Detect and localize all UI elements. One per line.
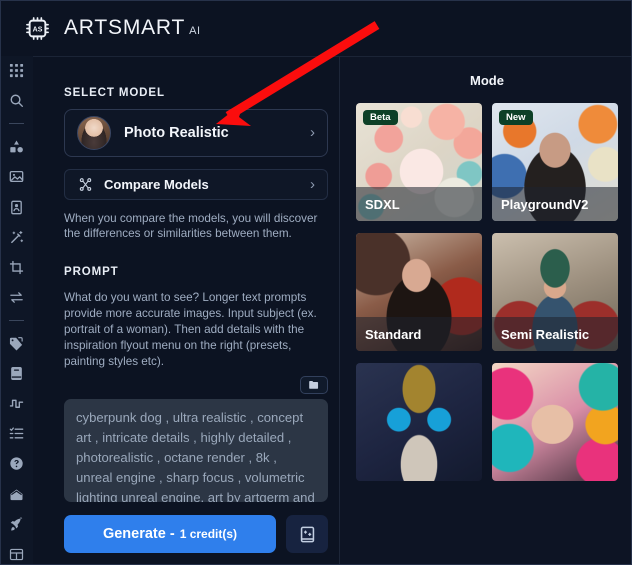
generate-button[interactable]: Generate - 1 credit(s)	[64, 515, 276, 554]
mode-card-sdxl[interactable]: Beta SDXL	[356, 103, 482, 221]
mode-thumbnail	[356, 363, 482, 481]
avatar	[77, 115, 111, 150]
generate-credits: 1 credit(s)	[179, 527, 238, 542]
app-header: AS ARTSMART AI	[0, 0, 632, 56]
help-circle-icon[interactable]	[6, 453, 28, 474]
rail-divider-2	[9, 319, 24, 321]
crop-icon[interactable]	[6, 257, 28, 278]
chip-as-icon: AS	[22, 13, 52, 43]
select-model-label: SELECT MODEL	[64, 87, 165, 99]
envelope-icon[interactable]	[6, 484, 28, 505]
mode-card-standard[interactable]: Standard	[356, 233, 482, 351]
mode-card-semi-realistic[interactable]: Semi Realistic	[492, 233, 618, 351]
selected-model-name: Photo Realistic	[124, 124, 229, 141]
folder-icon[interactable]	[300, 375, 328, 394]
status-badge: New	[499, 110, 533, 125]
table-grid-icon[interactable]	[6, 544, 28, 565]
mode-panel: Mode Beta SDXL New PlaygroundV2 Standard	[339, 56, 632, 565]
mode-card-label: Semi Realistic	[492, 317, 618, 351]
compare-help-text: When you compare the models, you will di…	[64, 211, 318, 241]
chevron-right-icon-compare[interactable]: ›	[310, 176, 315, 193]
mode-card-label: Standard	[356, 317, 482, 351]
search-icon[interactable]	[6, 90, 28, 111]
pulse-icon[interactable]	[6, 393, 28, 414]
mode-thumbnail	[492, 363, 618, 481]
swap-arrows-icon[interactable]	[6, 287, 28, 308]
artsmart-app: AS ARTSMART AI SELECT MODEL Photo Realis…	[0, 0, 632, 565]
generate-label: Generate -	[102, 526, 175, 543]
app-body: SELECT MODEL Photo Realistic › Compare M…	[0, 56, 632, 565]
mode-card-grid: Beta SDXL New PlaygroundV2 Standard Semi…	[356, 103, 618, 481]
mode-panel-title: Mode	[470, 73, 504, 88]
compare-nodes-icon	[77, 176, 94, 193]
mode-card-colorhair[interactable]	[492, 363, 618, 481]
rocket-icon[interactable]	[6, 514, 28, 535]
chevron-right-icon[interactable]: ›	[310, 124, 315, 141]
status-badge: Beta	[363, 110, 398, 125]
magic-wand-icon[interactable]	[6, 227, 28, 248]
prompt-label: PROMPT	[64, 265, 119, 278]
prompt-input[interactable]: cyberpunk dog , ultra realistic , concep…	[64, 398, 328, 503]
image-icon[interactable]	[6, 166, 28, 187]
magic-book-icon[interactable]	[286, 515, 328, 554]
list-check-icon[interactable]	[6, 423, 28, 444]
selected-model-card[interactable]: Photo Realistic ›	[64, 109, 328, 157]
grid-apps-icon[interactable]	[6, 60, 28, 81]
app-title: ARTSMART AI	[64, 16, 201, 40]
mode-card-playgroundv2[interactable]: New PlaygroundV2	[492, 103, 618, 221]
prompt-toolbar	[64, 375, 328, 394]
mode-card-owl[interactable]	[356, 363, 482, 481]
brand-suffix: AI	[189, 25, 201, 37]
compare-models-label: Compare Models	[104, 176, 209, 192]
left-control-panel: SELECT MODEL Photo Realistic › Compare M…	[33, 56, 339, 565]
svg-text:AS: AS	[32, 26, 42, 33]
mode-card-label: SDXL	[356, 187, 482, 221]
compare-models-button[interactable]: Compare Models ›	[64, 168, 328, 200]
id-card-icon[interactable]	[6, 196, 28, 217]
icon-rail	[0, 56, 33, 565]
mode-card-label: PlaygroundV2	[492, 187, 618, 221]
prompt-help-text: What do you want to see? Longer text pro…	[64, 290, 317, 368]
tags-icon[interactable]	[6, 333, 28, 354]
book-icon[interactable]	[6, 363, 28, 384]
rail-divider-1	[9, 123, 24, 125]
action-bar: Generate - 1 credit(s)	[64, 515, 328, 565]
shapes-icon[interactable]	[6, 136, 28, 157]
brand-name: ARTSMART	[64, 16, 186, 39]
